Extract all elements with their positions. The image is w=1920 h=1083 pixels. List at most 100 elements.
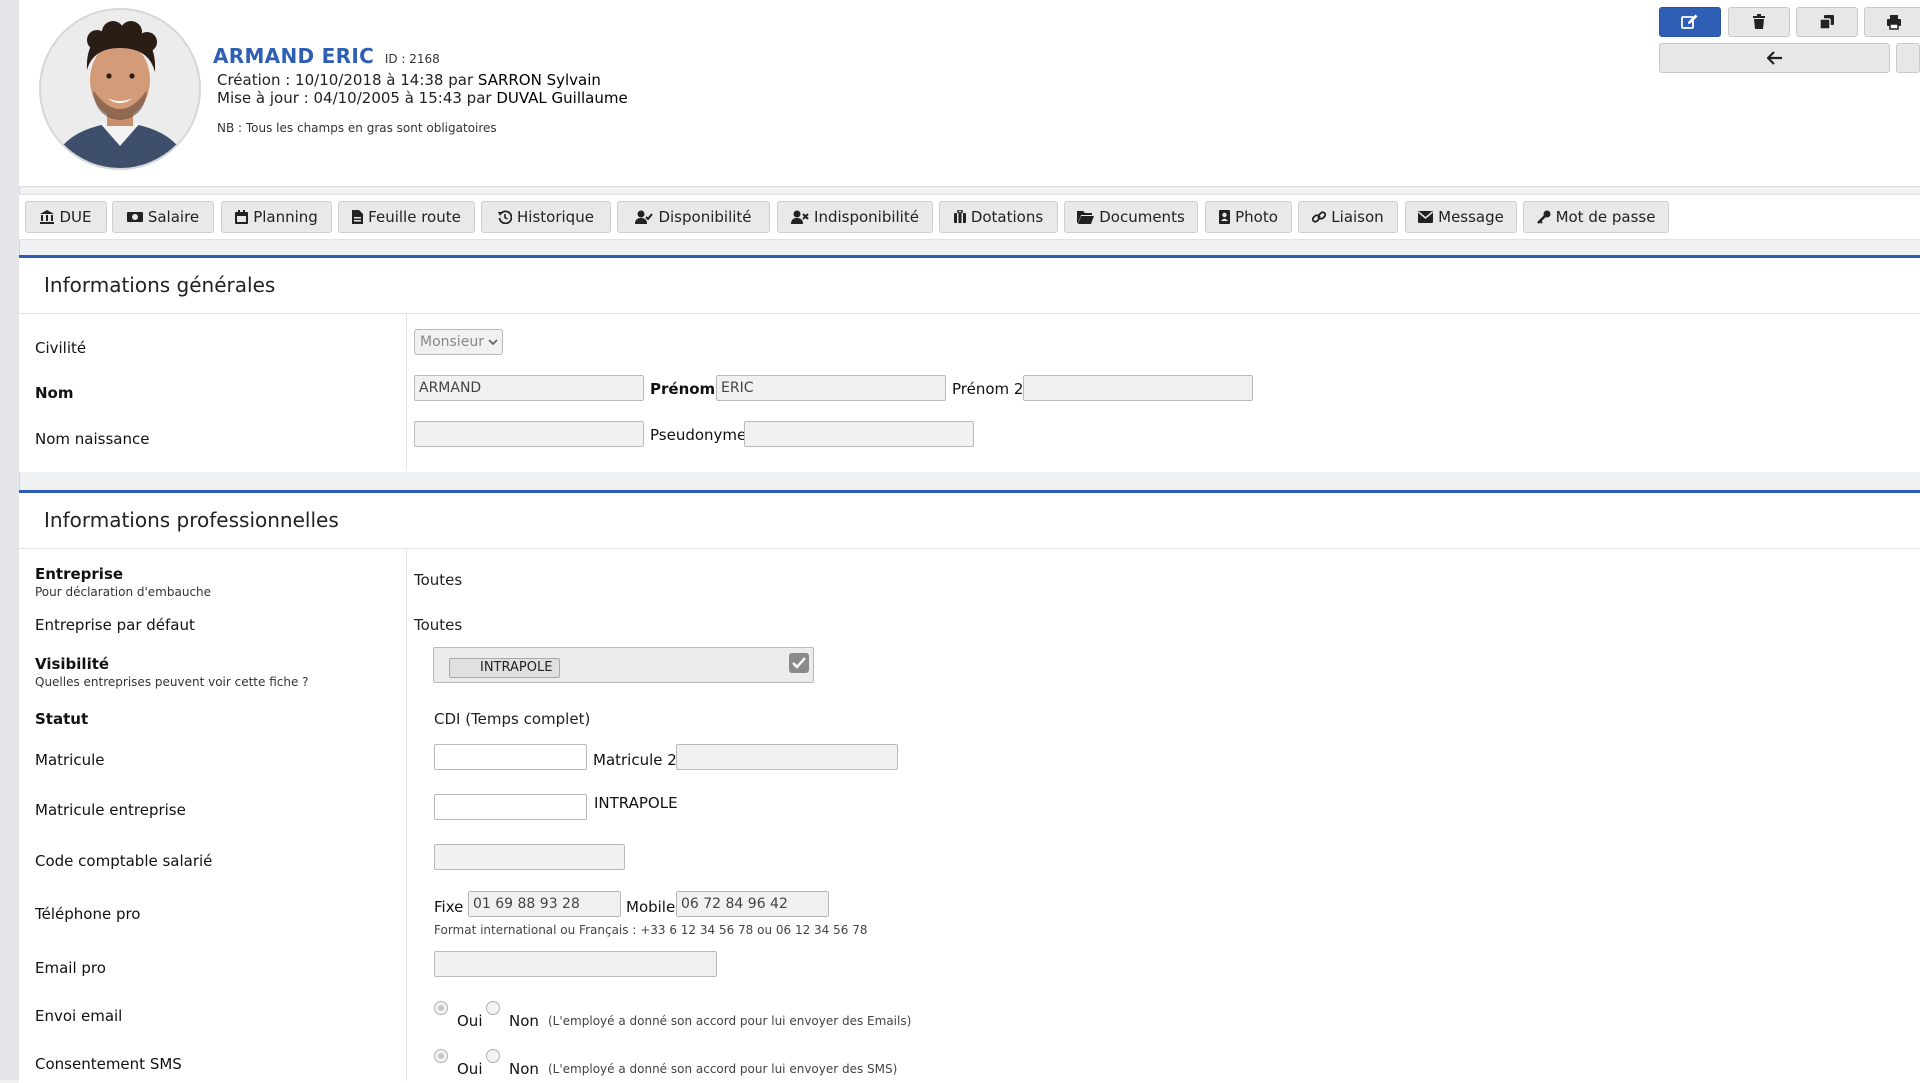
prenom2-label: Prénom 2 [952, 380, 1024, 398]
tab-photo[interactable]: Photo [1205, 201, 1292, 233]
visibilite-label: Visibilité Quelles entreprises peuvent v… [35, 655, 309, 689]
left-sidebar-strip [0, 0, 20, 1080]
entreprise-label: Entreprise Pour déclaration d'embauche [35, 565, 212, 599]
sms-non-label: Non [509, 1060, 539, 1078]
user-times-icon [791, 210, 809, 224]
sms-oui-radio[interactable] [434, 1049, 448, 1063]
profile-header: ARMAND ERIC ID : 2168 Création : 10/10/2… [19, 0, 1920, 187]
tab-feuille-route[interactable]: Feuille route [338, 201, 475, 233]
duplicate-button[interactable] [1796, 7, 1858, 37]
entreprise-defaut-value: Toutes [414, 616, 463, 634]
visibilite-multiselect[interactable]: INTRAPOLE [433, 647, 814, 683]
key-icon [1536, 210, 1551, 224]
sms-non-radio[interactable] [486, 1049, 500, 1063]
tabs-bar: DUE Salaire Planning Feuille route Histo… [19, 194, 1920, 240]
check-icon [792, 657, 806, 669]
profile-title-block: ARMAND ERIC ID : 2168 Création : 10/10/2… [213, 44, 628, 135]
tab-liaison[interactable]: Liaison [1298, 201, 1398, 233]
civilite-label: Civilité [35, 339, 87, 357]
matricule-input[interactable] [434, 744, 587, 770]
print-button[interactable] [1864, 7, 1920, 37]
tab-message[interactable]: Message [1405, 201, 1517, 233]
edit-button[interactable] [1659, 7, 1721, 37]
portrait-icon [1219, 210, 1231, 224]
email-pro-label: Email pro [35, 959, 106, 977]
pro-info-section: Informations professionnelles Entreprise… [19, 490, 1920, 1083]
user-check-icon [635, 210, 654, 224]
nom-label: Nom [35, 384, 74, 402]
mobile-input[interactable] [676, 891, 829, 917]
prenom-label: Prénom [650, 380, 716, 398]
tab-dotations[interactable]: Dotations [939, 201, 1058, 233]
nom-naissance-label: Nom naissance [35, 430, 150, 448]
avatar [39, 8, 201, 170]
tab-disponibilite[interactable]: Disponibilité [617, 201, 770, 233]
statut-label: Statut [35, 710, 89, 728]
code-comptable-input[interactable] [434, 844, 625, 870]
suitcase-icon [953, 210, 966, 223]
general-info-title: Informations générales [19, 258, 1920, 314]
link-icon [1312, 211, 1327, 223]
entreprise-defaut-label: Entreprise par défaut [35, 616, 195, 634]
tab-indisponibilite[interactable]: Indisponibilité [777, 201, 933, 233]
matricule-label: Matricule [35, 751, 105, 769]
employee-id: ID : 2168 [384, 52, 440, 66]
employee-name: ARMAND ERIC [213, 44, 375, 68]
envoi-email-oui-radio[interactable] [434, 1001, 448, 1015]
calendar-icon [235, 210, 249, 224]
prenom-input[interactable] [716, 375, 946, 401]
copy-icon [1819, 15, 1834, 30]
money-icon [126, 212, 143, 222]
nom-input[interactable] [414, 375, 644, 401]
matricule-entreprise-input[interactable] [434, 794, 587, 820]
envoi-email-non-radio[interactable] [486, 1001, 500, 1015]
arrow-left-icon [1766, 51, 1782, 65]
matricule-entreprise-label: Matricule entreprise [35, 801, 186, 819]
general-info-section: Informations générales Civilité Monsieur… [19, 255, 1920, 472]
fixe-input[interactable] [468, 891, 621, 917]
envoi-email-oui-label: Oui [457, 1012, 483, 1030]
envelope-icon [1418, 211, 1434, 223]
edit-icon [1681, 14, 1698, 29]
matricule-entreprise-suffix: INTRAPOLE [594, 794, 678, 812]
fixe-label: Fixe [434, 898, 464, 916]
statut-value: CDI (Temps complet) [434, 710, 591, 728]
prenom2-input[interactable] [1023, 375, 1253, 401]
nom-naissance-input[interactable] [414, 421, 644, 447]
tab-planning[interactable]: Planning [221, 201, 332, 233]
tab-historique[interactable]: Historique [481, 201, 611, 233]
trash-icon [1753, 14, 1765, 29]
file-icon [352, 210, 364, 224]
creation-info: Création : 10/10/2018 à 14:38 par SARRON… [217, 71, 601, 89]
tab-documents[interactable]: Documents [1064, 201, 1198, 233]
more-button[interactable] [1896, 43, 1920, 73]
delete-button[interactable] [1728, 7, 1790, 37]
envoi-email-non-label: Non [509, 1012, 539, 1030]
email-pro-input[interactable] [434, 951, 717, 977]
mobile-label: Mobile [626, 898, 676, 916]
print-icon [1887, 15, 1901, 30]
tab-due[interactable]: DUE [25, 201, 107, 233]
envoi-email-label: Envoi email [35, 1007, 123, 1025]
matricule2-input[interactable] [676, 744, 898, 770]
visibilite-checkbox[interactable] [789, 653, 809, 673]
visibilite-chip[interactable]: INTRAPOLE [449, 658, 561, 678]
entreprise-value: Toutes [414, 571, 463, 589]
update-info: Mise à jour : 04/10/2005 à 15:43 par DUV… [217, 89, 628, 107]
matricule2-label: Matricule 2 [593, 751, 677, 769]
civilite-select[interactable]: Monsieur [414, 329, 503, 355]
bank-icon [40, 210, 55, 224]
pseudonyme-input[interactable] [744, 421, 974, 447]
history-icon [498, 210, 513, 224]
sms-consent-label: Consentement SMS [35, 1055, 182, 1073]
tab-salaire[interactable]: Salaire [112, 201, 214, 233]
code-comptable-label: Code comptable salarié [35, 852, 213, 870]
required-fields-note: NB : Tous les champs en gras sont obliga… [217, 121, 497, 135]
sms-oui-label: Oui [457, 1060, 483, 1078]
envoi-email-hint: (L'employé a donné son accord pour lui e… [548, 1014, 912, 1028]
tab-mot-de-passe[interactable]: Mot de passe [1523, 201, 1669, 233]
pro-info-title: Informations professionnelles [19, 493, 1920, 549]
back-button[interactable] [1659, 43, 1890, 73]
telephone-format-hint: Format international ou Français : +33 6… [434, 923, 868, 937]
chevron-down-icon [488, 338, 498, 345]
